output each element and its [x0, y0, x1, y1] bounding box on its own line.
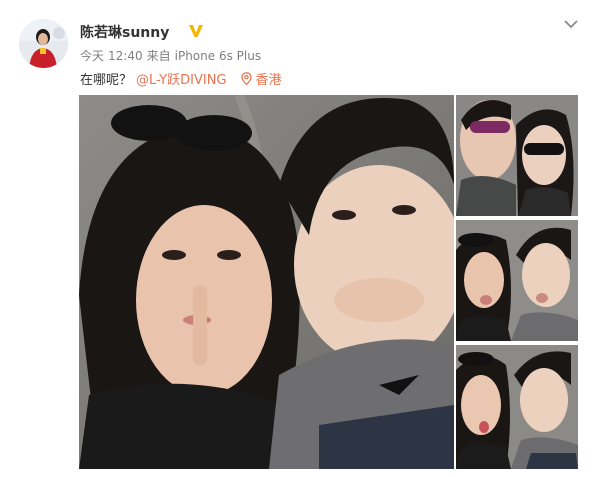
photo-thumbnail-1[interactable]	[456, 95, 578, 216]
photo-thumbnail-2[interactable]	[456, 220, 578, 341]
verified-v-icon	[187, 22, 205, 40]
post-day[interactable]: 今天	[80, 49, 104, 63]
post-content: 在哪呢？ @L-Y跃DIVING 香港	[80, 69, 282, 88]
location-label: 香港	[255, 73, 282, 88]
photo-main[interactable]	[79, 95, 454, 469]
post-text: 在哪呢？	[80, 73, 133, 88]
photo-thumbnail-3[interactable]	[456, 345, 578, 469]
weibo-post: 陈若琳sunny 今天 12:40 来自 iPhone 6s Plus 在哪呢？ @L…	[0, 0, 596, 477]
user-avatar[interactable]	[19, 19, 68, 68]
username[interactable]: 陈若琳sunny	[80, 22, 169, 42]
chevron-down-icon[interactable]	[562, 16, 580, 30]
mention-link[interactable]: @L-Y跃DIVING	[136, 69, 226, 88]
post-device[interactable]: iPhone 6s Plus	[175, 49, 261, 63]
location-link[interactable]: 香港	[240, 69, 282, 88]
post-meta: 今天 12:40 来自 iPhone 6s Plus	[80, 47, 261, 64]
post-time[interactable]: 12:40	[108, 49, 143, 63]
post-source-prefix: 来自	[146, 49, 171, 63]
location-pin-icon	[240, 72, 252, 85]
